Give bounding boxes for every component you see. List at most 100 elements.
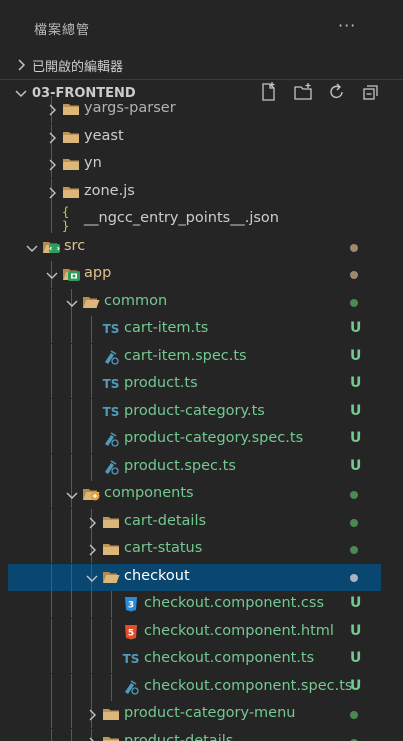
indent-guide — [71, 316, 72, 343]
tree-row[interactable]: TS product-category.ts U — [8, 398, 381, 426]
chevron-down-icon[interactable] — [66, 297, 78, 309]
tree-item-label: common — [104, 292, 168, 309]
tree-row[interactable]: product-details — [8, 728, 381, 741]
tree-item-label: checkout.component.ts — [144, 650, 315, 666]
source-folder-icon — [42, 238, 60, 256]
tree-item-label: src — [64, 237, 86, 254]
folder-icon — [62, 128, 80, 146]
tree-row[interactable]: product.spec.ts U — [8, 453, 381, 481]
tree-item-label: product.spec.ts — [124, 457, 236, 474]
folder-icon — [102, 540, 120, 558]
tree-row[interactable]: TS checkout.component.ts U — [8, 646, 381, 673]
indent-guide — [91, 343, 92, 371]
tree-row[interactable]: 3 checkout.component.css U — [8, 591, 381, 618]
indent-guide — [71, 618, 72, 646]
indent-guide — [111, 673, 112, 701]
tree-row[interactable]: zone.js — [8, 178, 381, 206]
scrollbar-track[interactable] — [381, 95, 403, 741]
tree-row[interactable]: TS cart-item.ts U — [8, 316, 381, 343]
indent-guide — [71, 536, 72, 563]
indent-guide — [51, 371, 52, 398]
chevron-down-icon[interactable] — [86, 572, 98, 584]
tree-row[interactable]: yeast — [8, 123, 381, 151]
git-status-badge: U — [350, 650, 362, 666]
indent-guide — [51, 646, 52, 673]
chevron-right-icon[interactable] — [86, 709, 98, 721]
tree-row[interactable]: checkout — [8, 563, 381, 591]
chevron-right-icon[interactable] — [86, 544, 98, 556]
explorer-title-bar: 檔案總管 ··· — [0, 0, 403, 54]
tree-row[interactable]: src — [8, 234, 381, 261]
tree-item-label: __ngcc_entry_points__.json — [84, 210, 279, 226]
tree-row[interactable]: yn — [8, 151, 381, 178]
open-editors-header[interactable]: 已開啟的編輯器 — [0, 52, 403, 78]
tree-row[interactable]: { } __ngcc_entry_points__.json — [8, 205, 381, 233]
git-status-dot — [350, 518, 358, 527]
folder-icon — [102, 705, 120, 723]
indent-guide — [51, 481, 52, 508]
json-file-icon: { } — [62, 205, 70, 233]
svg-text:3: 3 — [128, 601, 134, 611]
chevron-down-icon[interactable] — [66, 489, 78, 501]
chevron-down-icon[interactable] — [26, 242, 38, 254]
tree-row[interactable]: yargs-parser — [8, 96, 381, 123]
indent-guide — [51, 398, 52, 426]
file-tree: yargs-parser yeast yn zone.js { } __ngcc_entr… — [8, 95, 381, 741]
indent-guide — [71, 673, 72, 701]
indent-guide — [71, 728, 72, 741]
indent-guide — [71, 343, 72, 371]
indent-guide — [91, 316, 92, 343]
indent-guide — [71, 508, 72, 536]
chevron-right-icon[interactable] — [46, 187, 58, 199]
git-status-dot — [350, 298, 358, 307]
tree-row[interactable]: components — [8, 481, 381, 508]
more-actions-icon[interactable]: ··· — [338, 16, 356, 35]
folder-icon — [62, 183, 80, 201]
tree-row[interactable]: cart-details — [8, 508, 381, 536]
tree-item-label: checkout.component.html — [144, 622, 334, 639]
git-status-dot — [350, 546, 358, 554]
open-editors-label: 已開啟的編輯器 — [32, 59, 124, 75]
folder-icon — [102, 733, 120, 741]
indent-guide — [91, 591, 92, 618]
test-spec-file-icon — [122, 678, 140, 696]
folder-open-icon — [102, 568, 120, 586]
indent-guide — [51, 508, 52, 536]
indent-guide — [91, 646, 92, 673]
indent-guide — [91, 398, 92, 426]
tree-row[interactable]: common — [8, 288, 381, 316]
git-status-badge: U — [350, 375, 362, 391]
indent-guide — [51, 618, 52, 646]
css-file-icon: 3 — [122, 595, 140, 613]
indent-guide — [51, 206, 52, 233]
indent-guide — [91, 673, 92, 701]
tree-item-label: product-details — [124, 732, 234, 741]
test-spec-file-icon — [102, 348, 120, 366]
chevron-right-icon[interactable] — [86, 517, 98, 529]
chevron-right-icon[interactable] — [46, 159, 58, 171]
indent-guide — [71, 426, 72, 453]
tree-row[interactable]: product-category-menu — [8, 701, 381, 728]
tree-item-label: cart-item.ts — [124, 320, 209, 336]
chevron-down-icon[interactable] — [46, 269, 58, 281]
folder-icon — [62, 100, 80, 118]
typescript-file-icon: TS — [102, 377, 120, 391]
tree-item-label: zone.js — [84, 182, 135, 199]
chevron-right-icon[interactable] — [46, 104, 58, 116]
tree-row[interactable]: TS product.ts U — [8, 371, 381, 398]
folder-icon — [62, 155, 80, 173]
tree-row[interactable]: cart-status — [8, 536, 381, 563]
indent-guide — [51, 536, 52, 563]
indent-guide — [51, 453, 52, 481]
git-status-badge: U — [350, 430, 362, 446]
chevron-right-icon[interactable] — [86, 737, 98, 741]
indent-guide — [71, 453, 72, 481]
tree-row[interactable]: cart-item.spec.ts U — [8, 343, 381, 371]
git-status-badge: U — [350, 677, 362, 694]
chevron-right-icon[interactable] — [46, 132, 58, 144]
tree-row[interactable]: app — [8, 261, 381, 288]
tree-row[interactable]: 5 checkout.component.html U — [8, 618, 381, 646]
indent-guide — [51, 426, 52, 453]
tree-row[interactable]: checkout.component.spec.ts U — [8, 673, 381, 701]
tree-row[interactable]: product-category.spec.ts U — [8, 426, 381, 453]
